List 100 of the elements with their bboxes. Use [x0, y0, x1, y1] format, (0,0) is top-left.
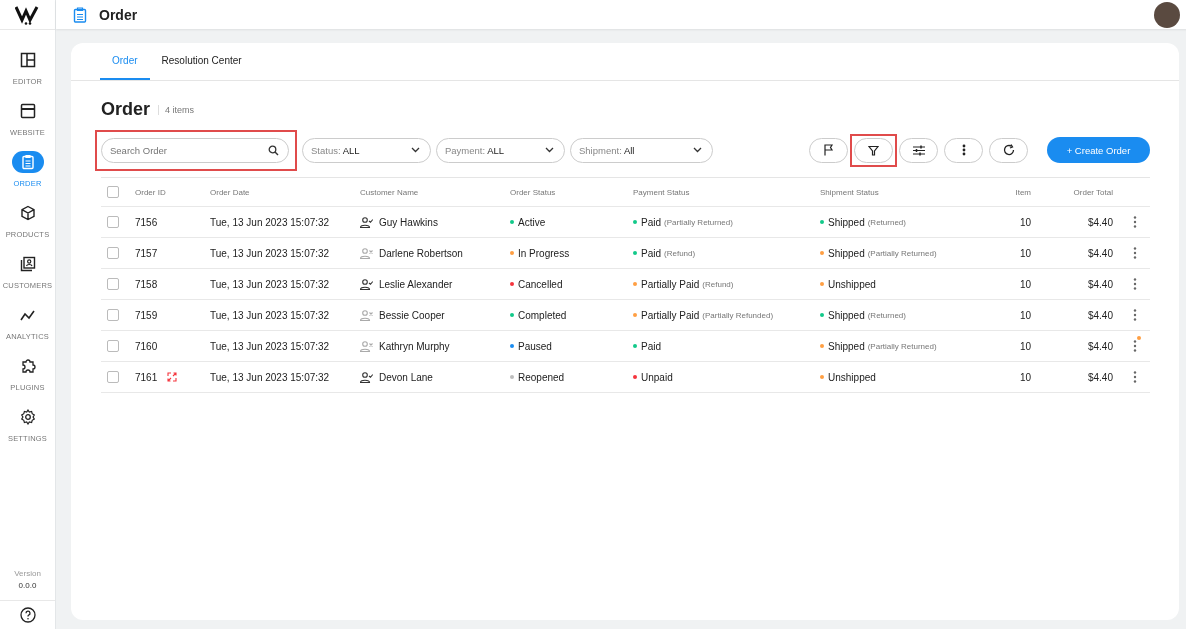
checkbox[interactable] — [107, 278, 119, 290]
status-note: (Partially Refunded) — [702, 310, 774, 320]
status-note: (Partially Returned) — [664, 217, 733, 227]
order-total: $4.40 — [1086, 371, 1113, 383]
version-label: Version — [14, 569, 41, 578]
order-date: Tue, 13 Jun 2023 15:07:32 — [210, 278, 331, 290]
filter-dropdown[interactable]: Payment: ALL — [436, 137, 565, 163]
checkbox[interactable] — [107, 186, 119, 198]
order-total: $4.40 — [1086, 278, 1113, 290]
shipment-status: Shipped — [828, 216, 865, 228]
customer-name: Darlene Robertson — [379, 247, 463, 259]
refresh-button[interactable] — [989, 137, 1028, 163]
row-menu-icon[interactable] — [1133, 309, 1137, 321]
section-title: Order — [101, 99, 151, 120]
status-note: (Partially Returned) — [867, 248, 937, 258]
column-header: Order Date — [210, 187, 251, 197]
chevron-down-icon — [411, 147, 420, 153]
browser-icon — [19, 103, 36, 119]
cube-icon — [19, 205, 36, 221]
help-icon[interactable] — [19, 607, 36, 623]
contact-card-icon — [19, 256, 36, 272]
payment-status: Partially Paid — [641, 309, 700, 321]
column-header: Order Total — [1072, 187, 1113, 197]
order-total: $4.40 — [1086, 216, 1113, 228]
row-menu-icon[interactable] — [1133, 247, 1137, 259]
shipment-status: Shipped — [828, 247, 865, 259]
row-menu-icon[interactable] — [1133, 216, 1137, 228]
row-menu-icon[interactable] — [1133, 340, 1137, 352]
order-id: 7158 — [135, 278, 158, 290]
checkbox[interactable] — [107, 216, 119, 228]
column-header: Payment Status — [633, 187, 691, 197]
filter-dropdown[interactable]: Shipment: All — [570, 137, 713, 163]
column-header: Shipment Status — [820, 187, 880, 197]
order-status: Cancelled — [518, 278, 563, 290]
order-total: $4.40 — [1086, 247, 1113, 259]
payment-status: Paid — [641, 340, 661, 352]
layout-icon — [19, 52, 36, 68]
order-id: 7159 — [135, 309, 158, 321]
order-id: 7161 — [135, 371, 158, 383]
column-header: Order Status — [510, 187, 557, 197]
tab[interactable]: Resolution Center — [149, 43, 254, 80]
status-note: (Returned) — [867, 310, 906, 320]
status-note: (Refund) — [664, 248, 696, 258]
checkbox[interactable] — [107, 340, 119, 352]
page-title: Order — [99, 6, 138, 23]
search-field[interactable]: Search Order — [101, 137, 289, 163]
order-total: $4.40 — [1086, 340, 1113, 352]
order-status: Reopened — [518, 371, 565, 383]
column-header: Order ID — [135, 187, 167, 197]
search-icon — [268, 144, 279, 156]
shipment-status: Unshipped — [828, 371, 876, 383]
column-header: Customer Name — [360, 187, 420, 197]
status-note: (Refund) — [702, 279, 734, 289]
logo-icon — [14, 4, 41, 25]
settings-icon — [19, 409, 36, 425]
status-note: (Returned) — [867, 217, 906, 227]
shipment-status: Shipped — [828, 340, 865, 352]
order-id: 7157 — [135, 247, 158, 259]
column-header: Item — [1014, 187, 1031, 197]
more-icon — [961, 144, 966, 156]
status-note: (Partially Returned) — [867, 341, 937, 351]
sliders-button[interactable] — [899, 137, 938, 163]
order-date: Tue, 13 Jun 2023 15:07:32 — [210, 371, 331, 383]
flag-button[interactable] — [809, 137, 848, 163]
customer-name: Guy Hawkins — [379, 216, 438, 228]
clipboard-icon — [73, 6, 87, 23]
checkbox[interactable] — [107, 309, 119, 321]
order-date: Tue, 13 Jun 2023 15:07:32 — [210, 340, 331, 352]
row-menu-icon[interactable] — [1133, 278, 1137, 290]
version-number: 0.0.0 — [18, 581, 37, 590]
item-count-cell-text: 10 — [1018, 216, 1031, 228]
filter-icon — [868, 144, 879, 156]
filter-dropdown[interactable]: Status: ALL — [302, 137, 431, 163]
chevron-down-icon — [693, 147, 702, 153]
order-id: 7156 — [135, 216, 158, 228]
customer-name: Leslie Alexander — [379, 278, 453, 290]
checkbox[interactable] — [107, 371, 119, 383]
item-count-cell-text: 10 — [1018, 309, 1031, 321]
order-status: In Progress — [518, 247, 570, 259]
payment-status: Paid — [641, 216, 661, 228]
create-order-button[interactable]: + Create Order — [1047, 137, 1150, 163]
customer-name: Bessie Cooper — [379, 309, 445, 321]
item-count: 4 items — [158, 104, 195, 115]
payment-status: Unpaid — [641, 371, 673, 383]
shipment-status: Shipped — [828, 309, 865, 321]
order-status: Completed — [518, 309, 567, 321]
row-menu-icon[interactable] — [1133, 371, 1137, 383]
order-date: Tue, 13 Jun 2023 15:07:32 — [210, 247, 331, 259]
item-count-cell-text: 10 — [1018, 371, 1031, 383]
shipment-status: Unshipped — [828, 278, 876, 290]
item-count-cell-text: 10 — [1018, 247, 1031, 259]
payment-status: Partially Paid — [641, 278, 700, 290]
chevron-down-icon — [545, 147, 554, 153]
tab[interactable]: Order — [100, 43, 150, 80]
refresh-icon — [1002, 144, 1015, 156]
customer-name: Kathryn Murphy — [379, 340, 450, 352]
item-count-cell-text: 10 — [1018, 278, 1031, 290]
order-id: 7160 — [135, 340, 158, 352]
avatar[interactable] — [1154, 1, 1180, 28]
checkbox[interactable] — [107, 247, 119, 259]
